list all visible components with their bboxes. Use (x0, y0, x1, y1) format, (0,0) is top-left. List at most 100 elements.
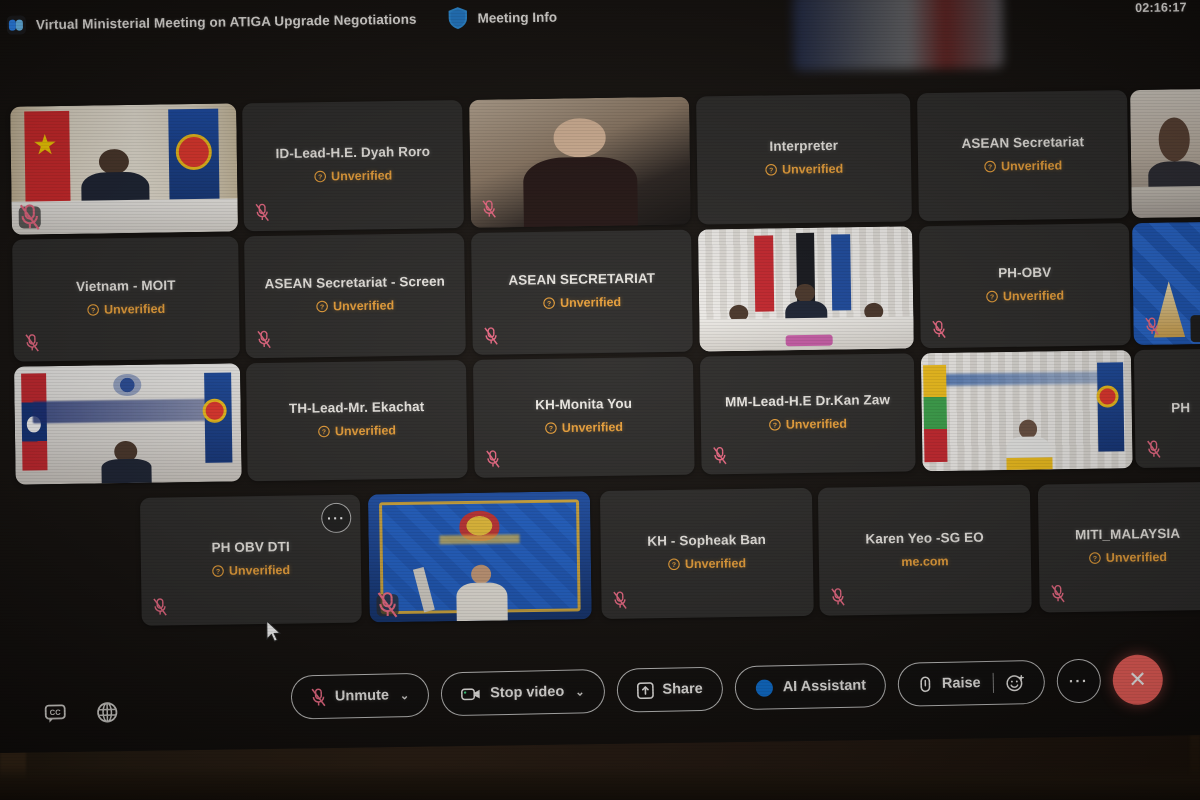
verification-status-label: Unverified (334, 423, 397, 439)
more-options-button[interactable]: ··· (1056, 658, 1102, 704)
svg-text:?: ? (769, 168, 773, 175)
participant-tile-cambodia-room-video[interactable] (698, 226, 914, 352)
controls-left-group: CC (43, 700, 119, 726)
participant-tile-vietnam-gov-video[interactable] (10, 103, 238, 235)
participant-tile-blue-backdrop-video[interactable] (1131, 221, 1200, 346)
tile-label-group: ASEAN SECRETARIAT? Unverified (472, 269, 693, 315)
participant-tile-myanmar-room-video[interactable] (920, 350, 1133, 472)
globe-icon[interactable] (95, 700, 119, 724)
verification-status-badge: ? Unverified (545, 420, 623, 435)
controls-center-group: Unmute ⌄ Stop video ⌄ Share AI Assistant… (290, 654, 1164, 722)
participant-tile-ph-partial[interactable]: PH (1133, 348, 1200, 469)
svg-text:?: ? (320, 304, 324, 311)
microphone-off-icon (1051, 584, 1065, 603)
tile-label-group: MM-Lead-H.E Dr.Kan Zaw? Unverified (700, 391, 915, 437)
participant-tile-kh-monita-you[interactable]: KH-Monita You ? Unverified (472, 356, 695, 478)
question-circle-icon: ? (318, 425, 330, 438)
question-circle-icon: ? (986, 291, 998, 303)
participant-tile-delegate-video-a[interactable] (469, 96, 691, 228)
verification-status-label: Unverified (559, 295, 622, 311)
stop-video-button[interactable]: Stop video ⌄ (440, 668, 605, 717)
participant-tile-vietnam-moit[interactable]: Vietnam - MOIT? Unverified (12, 236, 240, 362)
microphone-off-icon (613, 591, 627, 609)
shield-icon (448, 7, 467, 30)
tile-more-options-button[interactable]: ··· (321, 502, 352, 534)
microphone-off-icon (482, 200, 496, 218)
svg-text:?: ? (988, 164, 992, 171)
participant-tile-ph-obv[interactable]: PH-OBV? Unverified (918, 223, 1131, 349)
question-circle-icon: ? (765, 164, 777, 176)
participant-name: KH-Monita You (535, 395, 633, 413)
svg-text:?: ? (91, 308, 95, 315)
participant-tile-id-lead-dyah-roro[interactable]: ID-Lead-H.E. Dyah Roro? Unverified (242, 100, 464, 232)
tile-label-group: KH - Sopheak Ban? Unverified (601, 530, 814, 576)
question-circle-icon: ? (984, 161, 996, 173)
microphone-off-icon (1145, 317, 1159, 335)
participant-tile-asean-secretariat-caps[interactable]: ASEAN SECRETARIAT? Unverified (471, 229, 693, 355)
participant-tile-miti-malaysia-video[interactable] (367, 491, 592, 623)
verification-status-badge: ? Unverified (769, 417, 847, 432)
verification-status-label: Unverified (561, 420, 624, 436)
verification-status-badge: ? Unverified (316, 299, 394, 314)
question-circle-icon: ? (212, 565, 224, 578)
participant-tile-lao-moic-video[interactable] (13, 363, 242, 485)
raise-label: Raise (941, 675, 981, 692)
verification-status-label: Unverified (781, 161, 844, 177)
participant-tile-interpreter[interactable]: Interpreter? Unverified (696, 93, 912, 225)
raise-hand-button[interactable]: Raise (897, 659, 1046, 707)
microphone-off-icon (932, 320, 946, 339)
leave-meeting-button[interactable]: ✕ (1112, 654, 1164, 706)
meeting-info-button[interactable]: Meeting Info (446, 5, 557, 31)
participant-name: PH (1171, 400, 1191, 416)
unmute-label: Unmute (334, 687, 390, 705)
microphone-off-icon (257, 330, 271, 349)
meeting-info-label: Meeting Info (477, 9, 558, 26)
participant-tile-ph-obv-dti[interactable]: PH OBV DTI? Unverified ··· (139, 494, 362, 626)
verification-status-badge: ? Unverified (543, 295, 621, 310)
zoom-logo-icon (6, 14, 27, 35)
verification-status-label: Unverified (332, 298, 395, 314)
tile-label-group: Vietnam - MOIT? Unverified (13, 276, 240, 323)
verification-status-badge: ? Unverified (314, 169, 392, 184)
verification-status-badge: ? Unverified (212, 563, 290, 578)
question-circle-icon: ? (87, 304, 99, 316)
emoji-reaction-icon[interactable] (1005, 673, 1024, 692)
participant-tile-karen-yeo-sg-eo[interactable]: Karen Yeo -SG EO me.com (817, 484, 1032, 616)
chevron-down-icon[interactable]: ⌄ (400, 689, 409, 702)
verification-status-badge: ? Unverified (1089, 550, 1167, 565)
participant-tile-lady-delegate-video[interactable] (1129, 88, 1200, 219)
participant-tile-asean-secretariat[interactable]: ASEAN Secretariat? Unverified (917, 90, 1129, 222)
offscreen-blurred-tile (792, 0, 1004, 72)
verification-status-badge: ? Unverified (318, 424, 396, 439)
verification-status-badge: me.com (901, 554, 948, 569)
microphone-off-icon (19, 204, 40, 231)
tile-label-group: PH (1135, 399, 1200, 419)
ai-assistant-button[interactable]: AI Assistant (734, 663, 887, 711)
microphone-off-icon (311, 687, 326, 706)
question-circle-icon: ? (668, 558, 680, 571)
chevron-down-icon[interactable]: ⌄ (575, 685, 584, 698)
desk-shadow (0, 766, 1200, 800)
tile-mic-status-badge (376, 592, 399, 618)
ai-assistant-label: AI Assistant (782, 677, 867, 696)
participant-tile-th-lead-ekachat[interactable]: TH-Lead-Mr. Ekachat? Unverified (245, 359, 468, 482)
raise-hand-icon (920, 675, 931, 692)
participant-gallery: ID-Lead-H.E. Dyah Roro? Unverified Interpr… (0, 77, 1200, 655)
participant-tile-kh-sopheak-ban[interactable]: KH - Sopheak Ban? Unverified (599, 487, 814, 620)
unmute-button[interactable]: Unmute ⌄ (290, 672, 430, 720)
closed-captions-icon[interactable]: CC (43, 701, 67, 725)
microphone-off-icon (255, 203, 269, 222)
participant-tile-asean-secretariat-screen[interactable]: ASEAN Secretariat - Screen? Unverified (244, 233, 466, 359)
verification-status-label: Unverified (684, 556, 747, 572)
participant-tile-mm-lead-kan-zaw[interactable]: MM-Lead-H.E Dr.Kan Zaw? Unverified (699, 353, 916, 475)
elapsed-timer: 02:16:17 (1135, 0, 1187, 16)
question-circle-icon: ? (316, 300, 328, 313)
share-button[interactable]: Share (615, 666, 724, 713)
svg-text:?: ? (773, 423, 777, 430)
verification-status-label: Unverified (103, 302, 166, 317)
participant-tile-miti-malaysia[interactable]: MITI_MALAYSIA? Unverified (1037, 481, 1200, 613)
tile-label-group: Karen Yeo -SG EO me.com (819, 528, 1032, 572)
monitor-panel: Virtual Ministerial Meeting on ATIGA Upg… (0, 0, 1200, 754)
participant-name: ASEAN Secretariat (961, 134, 1085, 152)
zoom-meeting-screen: Virtual Ministerial Meeting on ATIGA Upg… (0, 0, 1200, 754)
